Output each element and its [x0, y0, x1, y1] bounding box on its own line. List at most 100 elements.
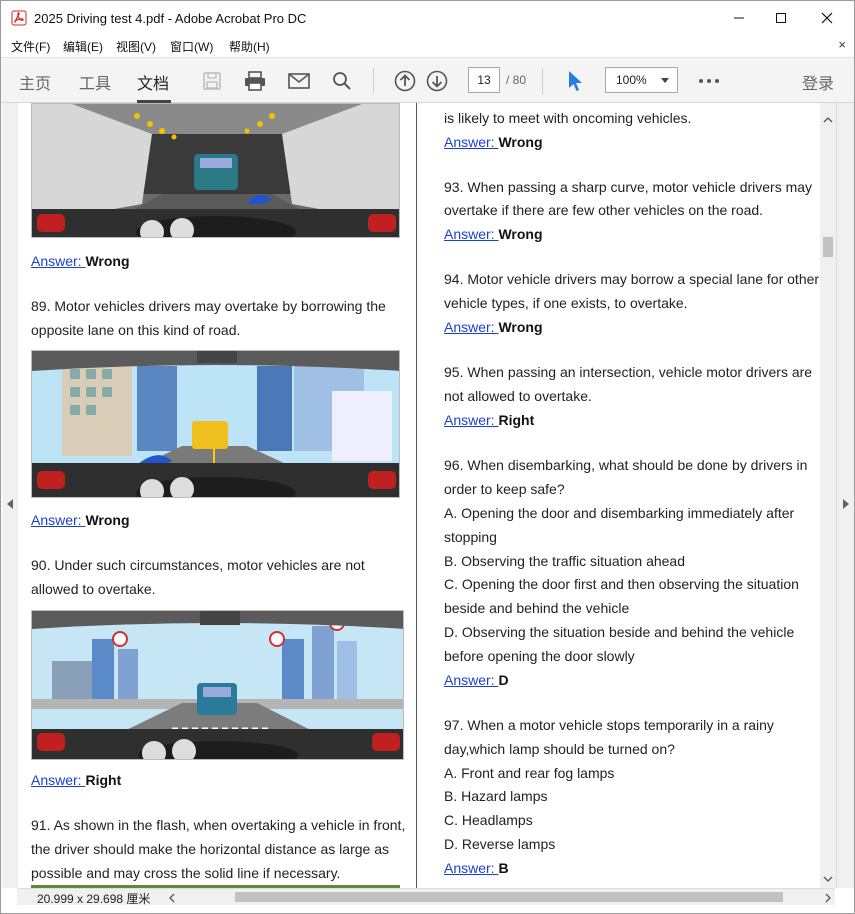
- vertical-scroll-thumb[interactable]: [823, 237, 833, 257]
- title-bar: 2025 Driving test 4.pdf - Adobe Acrobat …: [1, 1, 854, 35]
- question-90-text: 90. Under such circumstances, motor vehi…: [31, 557, 365, 573]
- scroll-up-icon[interactable]: [823, 117, 833, 123]
- scroll-left-icon[interactable]: [169, 893, 175, 903]
- question-93-answer: Answer: Wrong: [444, 225, 543, 243]
- question-96-option-b: B. Observing the traffic situation ahead: [444, 553, 685, 569]
- document-area: Answer: Wrong 89. Motor vehicles drivers…: [2, 103, 854, 888]
- question-96-text: 96. When disembarking, what should be do…: [444, 457, 808, 473]
- answer-link[interactable]: Answer:: [31, 512, 85, 528]
- question-94-text: 94. Motor vehicle drivers may borrow a s…: [444, 271, 820, 287]
- answer-link[interactable]: Answer:: [444, 860, 498, 876]
- printer-icon: [245, 71, 265, 91]
- question-97-text: 97. When a motor vehicle stops temporari…: [444, 717, 774, 733]
- login-button[interactable]: 登录: [802, 70, 834, 94]
- menu-edit[interactable]: 编辑(E): [63, 38, 103, 55]
- scroll-down-icon[interactable]: [823, 876, 833, 882]
- question-96-text: order to keep safe?: [444, 481, 565, 497]
- answer-value: Wrong: [85, 512, 130, 528]
- question-89-text: 89. Motor vehicles drivers may overtake …: [31, 298, 386, 314]
- answer-link[interactable]: Answer:: [444, 134, 498, 150]
- toolbar-separator: [542, 68, 543, 94]
- question-97-option-d: D. Reverse lamps: [444, 836, 556, 852]
- answer-link[interactable]: Answer:: [444, 412, 498, 428]
- answer-value: Wrong: [498, 134, 543, 150]
- question-97-option-b: B. Hazard lamps: [444, 788, 548, 804]
- menu-view[interactable]: 视图(V): [116, 38, 156, 55]
- answer-value: Wrong: [85, 253, 130, 269]
- expand-left-panel-icon[interactable]: [7, 499, 13, 509]
- print-button[interactable]: [242, 68, 268, 94]
- vertical-scrollbar[interactable]: [820, 103, 836, 888]
- question-92-answer: Answer: Wrong: [444, 133, 543, 151]
- answer-link[interactable]: Answer:: [444, 226, 498, 242]
- question-90-answer: Answer: Right: [31, 771, 121, 789]
- menu-bar: 文件(F) 编辑(E) 视图(V) 窗口(W) 帮助(H) ×: [1, 35, 854, 57]
- acrobat-window: 2025 Driving test 4.pdf - Adobe Acrobat …: [0, 0, 855, 914]
- menu-window[interactable]: 窗口(W): [170, 38, 213, 55]
- next-page-button[interactable]: [424, 68, 450, 94]
- tab-home[interactable]: 主页: [19, 70, 51, 94]
- page-total: / 80: [506, 73, 527, 87]
- save-button[interactable]: [199, 68, 225, 94]
- search-button[interactable]: [329, 68, 355, 94]
- question-93-text: 93. When passing a sharp curve, motor ve…: [444, 179, 813, 195]
- city-road-scene-image: [32, 351, 399, 497]
- right-panel-strip: [836, 103, 854, 888]
- more-dots-icon: [699, 79, 719, 83]
- arrow-down-circle-icon: [426, 70, 448, 92]
- tab-document[interactable]: 文档: [137, 70, 169, 94]
- tab-tools[interactable]: 工具: [79, 70, 111, 94]
- answer-value: Right: [498, 412, 535, 428]
- close-window-button[interactable]: [804, 1, 850, 35]
- select-tool-button[interactable]: [562, 68, 588, 94]
- question-96-option-a: stopping: [444, 529, 497, 545]
- pdf-app-icon: [11, 10, 27, 26]
- more-tools-button[interactable]: [696, 68, 722, 94]
- horizontal-scroll-thumb[interactable]: [235, 892, 783, 902]
- email-button[interactable]: [286, 68, 312, 94]
- question-96-answer: Answer: D: [444, 671, 509, 689]
- minimize-icon: [734, 17, 744, 19]
- status-bar: 20.999 x 29.698 厘米: [17, 888, 835, 906]
- minimize-button[interactable]: [716, 1, 762, 35]
- question-89-answer: Answer: Wrong: [31, 511, 130, 529]
- intersection-scene-image: [32, 611, 403, 759]
- answer-link[interactable]: Answer:: [31, 772, 85, 788]
- close-icon: [821, 12, 833, 24]
- expand-right-panel-icon[interactable]: [843, 499, 849, 509]
- previous-page-button[interactable]: [392, 68, 418, 94]
- toolbar-separator: [373, 68, 374, 94]
- question-88-image: [31, 103, 400, 238]
- scroll-right-icon[interactable]: [825, 893, 831, 903]
- maximize-button[interactable]: [758, 1, 804, 35]
- pdf-page: Answer: Wrong 89. Motor vehicles drivers…: [18, 103, 820, 888]
- page-number-input[interactable]: 13: [468, 67, 500, 93]
- question-96-option-d: before opening the door slowly: [444, 648, 635, 664]
- question-97-option-a: A. Front and rear fog lamps: [444, 765, 615, 781]
- zoom-select[interactable]: 100%: [605, 67, 678, 93]
- question-96-option-a: A. Opening the door and disembarking imm…: [444, 505, 795, 521]
- page-dimensions: 20.999 x 29.698 厘米: [37, 892, 151, 906]
- tunnel-scene-image: [32, 104, 399, 237]
- arrow-up-circle-icon: [394, 70, 416, 92]
- menu-help[interactable]: 帮助(H): [229, 38, 270, 55]
- question-90-image: [31, 610, 404, 760]
- toolbar: 主页 工具 文档: [1, 57, 854, 103]
- question-93-text: overtake if there are few other vehicles…: [444, 202, 764, 218]
- question-94-answer: Answer: Wrong: [444, 318, 543, 336]
- close-document-button[interactable]: ×: [838, 37, 846, 52]
- question-95-text: 95. When passing an intersection, vehicl…: [444, 364, 813, 380]
- menu-file[interactable]: 文件(F): [11, 38, 50, 55]
- column-divider: [416, 103, 417, 888]
- answer-link[interactable]: Answer:: [444, 319, 498, 335]
- question-97-option-c: C. Headlamps: [444, 812, 533, 828]
- horizontal-scrollbar[interactable]: [183, 889, 835, 905]
- zoom-value: 100%: [616, 73, 647, 87]
- window-title: 2025 Driving test 4.pdf - Adobe Acrobat …: [34, 11, 307, 26]
- search-icon: [333, 72, 351, 90]
- answer-link[interactable]: Answer:: [31, 253, 85, 269]
- answer-value: D: [498, 672, 509, 688]
- question-90-text: allowed to overtake.: [31, 581, 156, 597]
- answer-link[interactable]: Answer:: [444, 672, 498, 688]
- answer-value: Wrong: [498, 319, 543, 335]
